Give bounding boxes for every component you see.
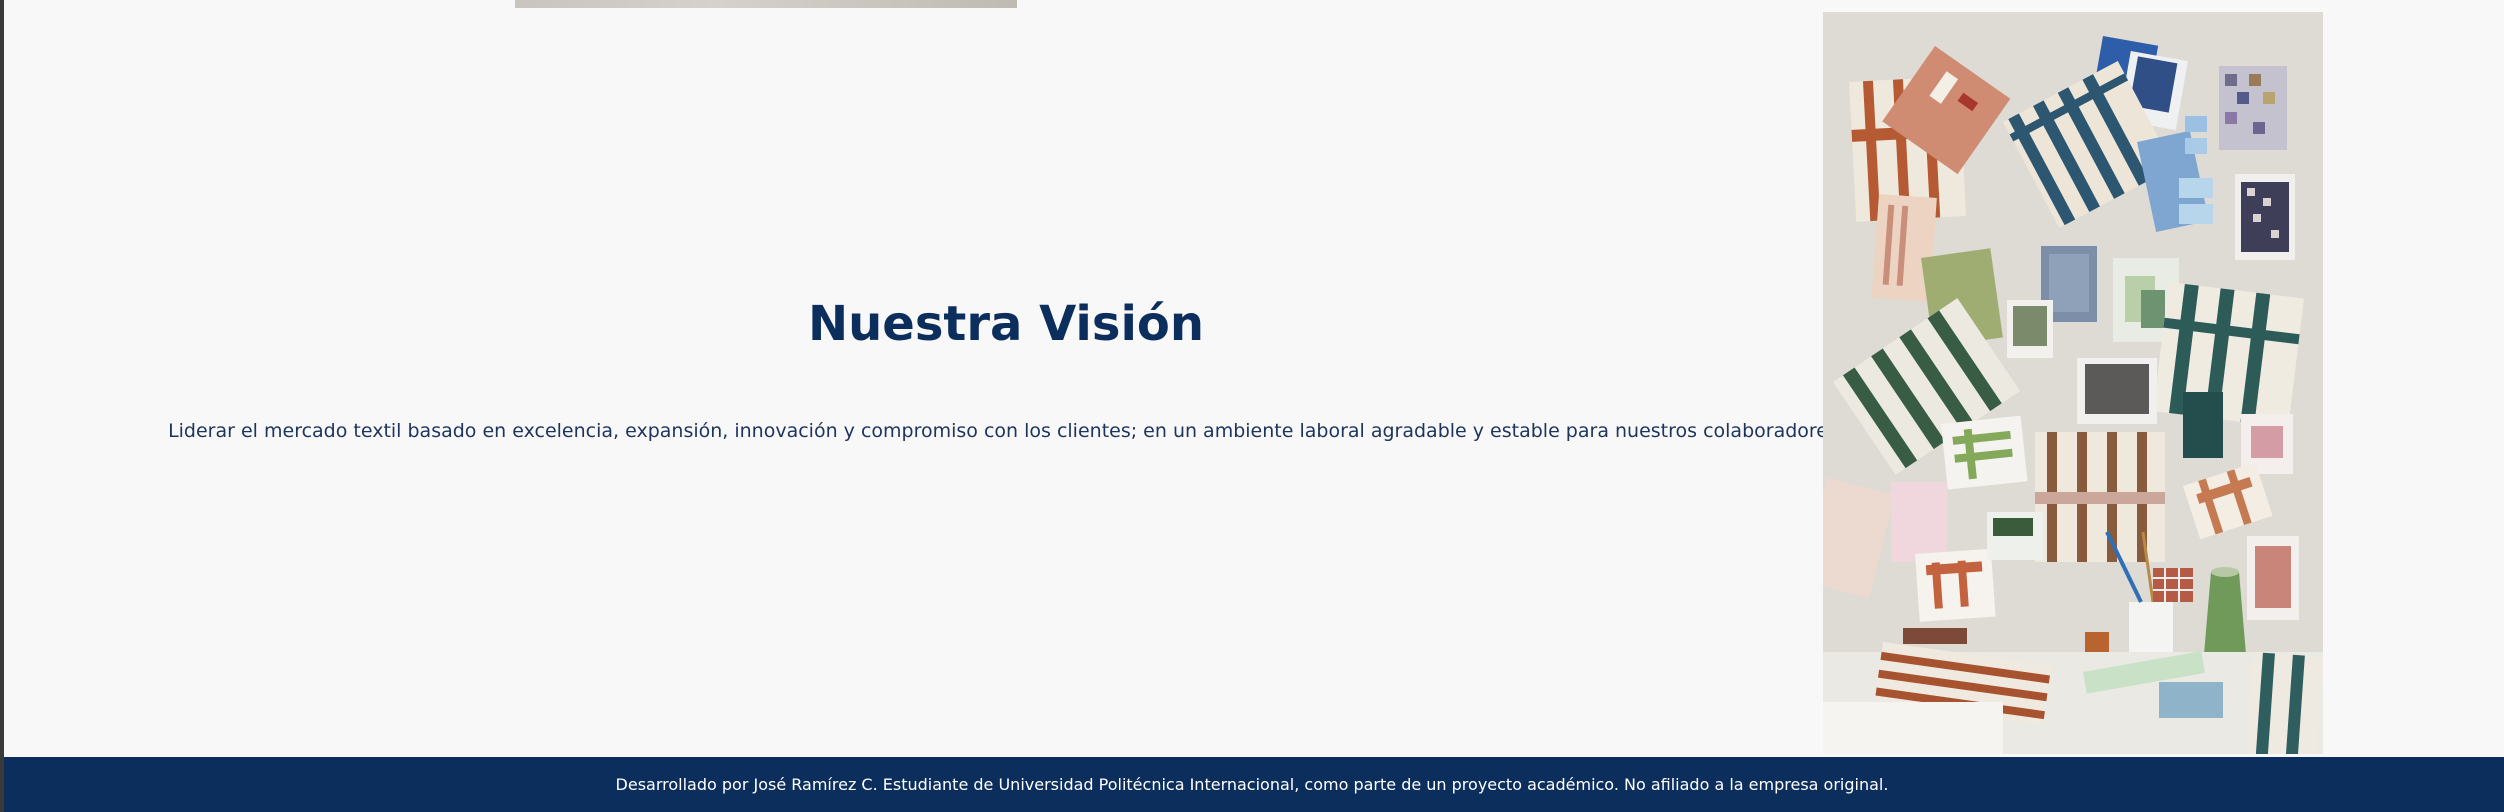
footer: Desarrollado por José Ramírez C. Estudia…: [4, 757, 2504, 812]
vision-title: Nuestra Visión: [807, 296, 1205, 352]
vision-section: Nuestra Visión Liderar el mercado textil…: [4, 0, 1844, 757]
footer-credits-text: Desarrollado por José Ramírez C. Estudia…: [615, 775, 1889, 794]
page: Nuestra Visión Liderar el mercado textil…: [0, 0, 2504, 812]
vision-text: Liderar el mercado textil basado en exce…: [168, 420, 1844, 442]
moodboard-illustration: [1823, 12, 2323, 754]
textile-moodboard-image: [1823, 12, 2323, 754]
